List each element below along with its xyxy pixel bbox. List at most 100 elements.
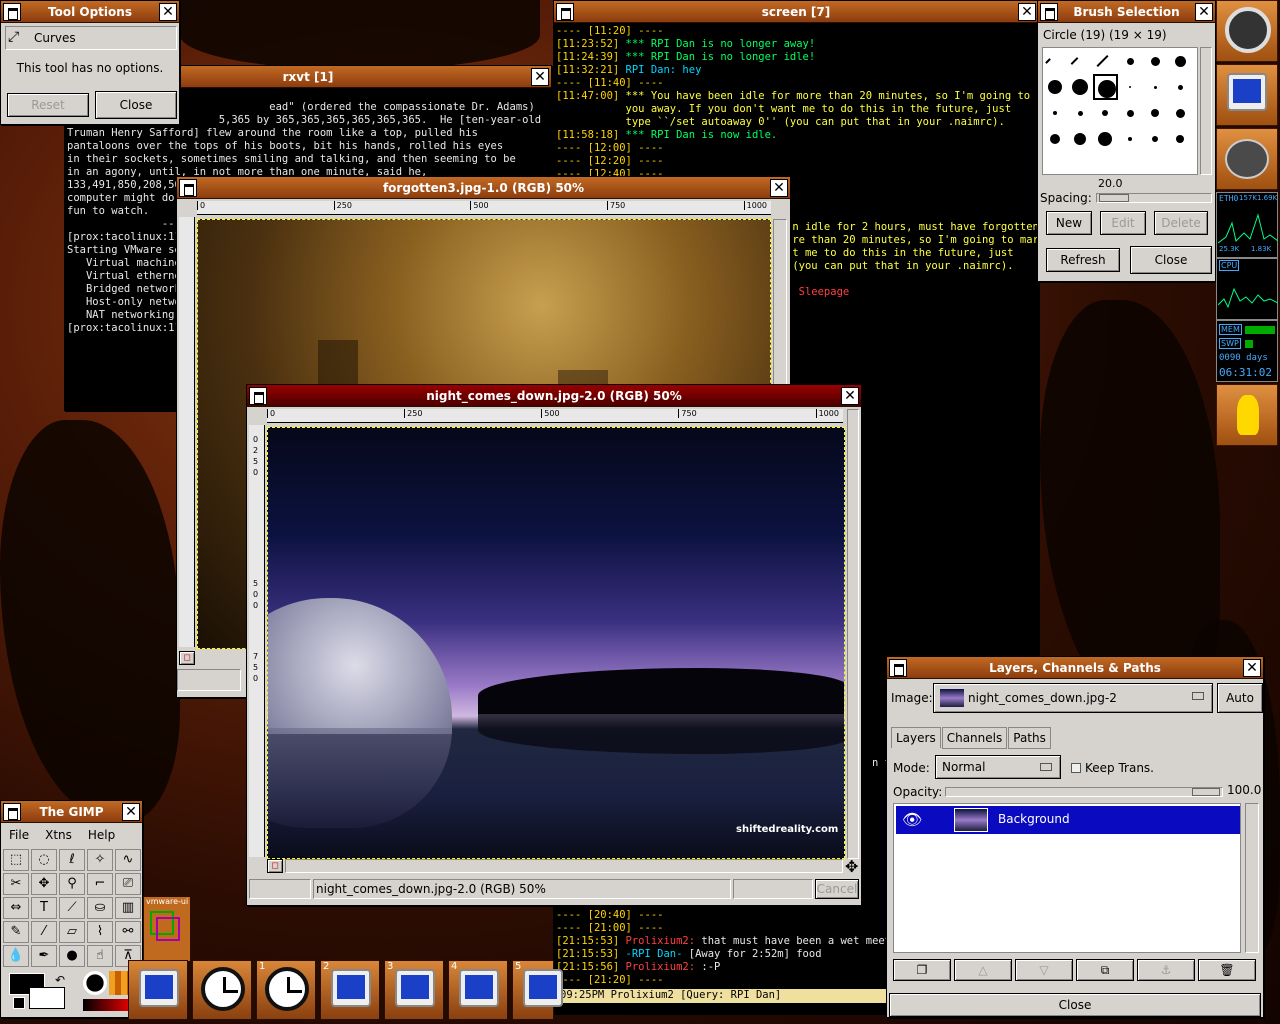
cancel-button[interactable]: Cancel — [815, 879, 859, 899]
close-icon[interactable]: ✕ — [770, 179, 788, 197]
menu-help[interactable]: Help — [80, 825, 123, 845]
brush-cell[interactable] — [1168, 74, 1193, 100]
new-brush-button[interactable]: New — [1046, 211, 1092, 235]
taskbar-clock[interactable] — [192, 960, 252, 1020]
window-menu-icon[interactable] — [249, 387, 267, 405]
dock-penguin[interactable] — [1216, 384, 1278, 446]
taskbar-desktop-3[interactable]: 3 — [384, 960, 444, 1020]
brush-cell[interactable] — [1068, 74, 1093, 100]
close-icon[interactable]: ✕ — [531, 68, 549, 86]
navigate-icon[interactable]: ✥ — [845, 857, 858, 876]
airbrush-icon[interactable]: ⌇ — [87, 921, 113, 943]
window-menu-icon[interactable] — [179, 179, 197, 197]
spacing-slider[interactable] — [1096, 193, 1212, 203]
transform-icon[interactable]: ⎚ — [115, 873, 141, 895]
brush-cell[interactable] — [1093, 100, 1118, 126]
taskbar-desktop-4[interactable]: 4 — [448, 960, 508, 1020]
blend-icon[interactable]: ▥ — [115, 897, 141, 919]
quickmask-icon[interactable]: ◻ — [179, 651, 195, 665]
flip-icon[interactable]: ⇔ — [3, 897, 29, 919]
brush-cell[interactable] — [1143, 74, 1168, 100]
lasso-icon[interactable]: ℓ — [59, 849, 85, 871]
brush-cell[interactable] — [1168, 126, 1193, 152]
brush-cell[interactable] — [1043, 126, 1068, 152]
brush-cell[interactable] — [1143, 100, 1168, 126]
layers-scrollbar[interactable] — [1245, 803, 1259, 953]
anchor-layer-icon[interactable]: ⚓ — [1137, 959, 1195, 981]
brush-cell[interactable] — [1118, 74, 1143, 100]
brush-grid[interactable] — [1042, 47, 1198, 175]
raise-layer-icon[interactable]: △ — [954, 959, 1012, 981]
brush-cell[interactable] — [1168, 100, 1193, 126]
close-button[interactable]: Close — [1130, 246, 1212, 274]
tab-paths[interactable]: Paths — [1008, 727, 1051, 749]
night-titlebar[interactable]: night_comes_down.jpg-2.0 (RGB) 50% — [247, 385, 861, 407]
horizontal-scrollbar[interactable] — [285, 859, 843, 873]
dock-app-launcher[interactable] — [1216, 0, 1278, 62]
brush-cell[interactable] — [1118, 126, 1143, 152]
close-icon[interactable]: ✕ — [122, 803, 140, 821]
opacity-slider-handle[interactable] — [1192, 788, 1220, 796]
brush-cell[interactable] — [1068, 48, 1093, 74]
close-button[interactable]: Close — [889, 993, 1261, 1017]
close-icon[interactable]: ✕ — [1243, 659, 1261, 677]
horizontal-ruler[interactable]: 0 250 500 750 1000 — [197, 201, 771, 215]
brush-cell[interactable] — [1068, 100, 1093, 126]
taskbar-desktop-2[interactable]: 2 — [320, 960, 380, 1020]
keep-trans-checkbox[interactable] — [1071, 763, 1081, 773]
delete-layer-icon[interactable]: 🗑 — [1198, 959, 1256, 981]
window-menu-icon[interactable] — [3, 3, 21, 21]
image-select[interactable]: night_comes_down.jpg-2 — [933, 683, 1213, 713]
dodge-icon[interactable]: ● — [59, 945, 85, 967]
background-color[interactable] — [29, 987, 65, 1009]
screen-titlebar[interactable]: screen [7] — [554, 1, 1038, 23]
dock-gimp[interactable] — [1216, 128, 1278, 190]
tool-options-titlebar[interactable]: Tool Options — [1, 1, 179, 23]
brush-cell[interactable] — [1143, 126, 1168, 152]
ellipse-select-icon[interactable]: ◌ — [31, 849, 57, 871]
close-icon[interactable]: ✕ — [159, 3, 177, 21]
vertical-scrollbar[interactable] — [847, 409, 859, 859]
quickmask-icon[interactable]: ◻ — [267, 859, 283, 873]
vertical-ruler[interactable]: 0 2 5 0 5 0 0 7 5 0 — [249, 425, 265, 857]
eraser-icon[interactable]: ▱ — [59, 921, 85, 943]
close-icon[interactable]: ✕ — [1195, 3, 1213, 21]
scissors-icon[interactable]: ✂ — [3, 873, 29, 895]
ink-icon[interactable]: ✒ — [31, 945, 57, 967]
layers-list[interactable]: 👁 Background — [893, 803, 1241, 953]
brush-cell[interactable] — [1143, 48, 1168, 74]
brush-cell[interactable] — [1118, 48, 1143, 74]
default-colors-icon[interactable] — [13, 997, 25, 1009]
night-canvas[interactable]: shiftedreality.com — [267, 427, 845, 859]
duplicate-layer-icon[interactable]: ⧉ — [1076, 959, 1134, 981]
brush-cell[interactable] — [1093, 48, 1118, 74]
taskbar-monitor[interactable] — [128, 960, 188, 1020]
bucket-fill-icon[interactable]: ⛀ — [87, 897, 113, 919]
layer-row[interactable]: 👁 Background — [896, 806, 1240, 834]
window-menu-icon[interactable] — [889, 659, 907, 677]
close-button[interactable]: Close — [95, 91, 177, 119]
mode-select[interactable]: Normal — [935, 755, 1061, 779]
forgotten3-titlebar[interactable]: forgotten3.jpg-1.0 (RGB) 50% — [177, 177, 790, 199]
brush-titlebar[interactable]: Brush Selection — [1038, 1, 1215, 23]
window-menu-icon[interactable] — [1040, 3, 1058, 21]
refresh-button[interactable]: Refresh — [1046, 248, 1120, 272]
brush-cell[interactable] — [1093, 126, 1118, 152]
brush-cell[interactable] — [1168, 48, 1193, 74]
layers-titlebar[interactable]: Layers, Channels & Paths — [887, 657, 1263, 679]
close-icon[interactable]: ✕ — [1018, 3, 1036, 21]
tab-channels[interactable]: Channels — [941, 727, 1008, 749]
paintbrush-icon[interactable]: ⁄ — [31, 921, 57, 943]
crop-icon[interactable]: ⌐ — [87, 873, 113, 895]
taskbar-desktop-5[interactable]: 5 — [512, 960, 563, 1020]
reset-button[interactable]: Reset — [7, 93, 89, 117]
spacing-slider-handle[interactable] — [1099, 194, 1129, 202]
clone-icon[interactable]: ⚯ — [115, 921, 141, 943]
text-icon[interactable]: T — [31, 897, 57, 919]
brush-cell[interactable] — [1043, 100, 1068, 126]
magnify-icon[interactable]: ⚲ — [59, 873, 85, 895]
brush-scrollbar[interactable] — [1200, 47, 1212, 175]
dock-terminal[interactable] — [1216, 64, 1278, 126]
gimp-titlebar[interactable]: The GIMP — [1, 801, 142, 823]
magic-wand-icon[interactable]: ✧ — [87, 849, 113, 871]
